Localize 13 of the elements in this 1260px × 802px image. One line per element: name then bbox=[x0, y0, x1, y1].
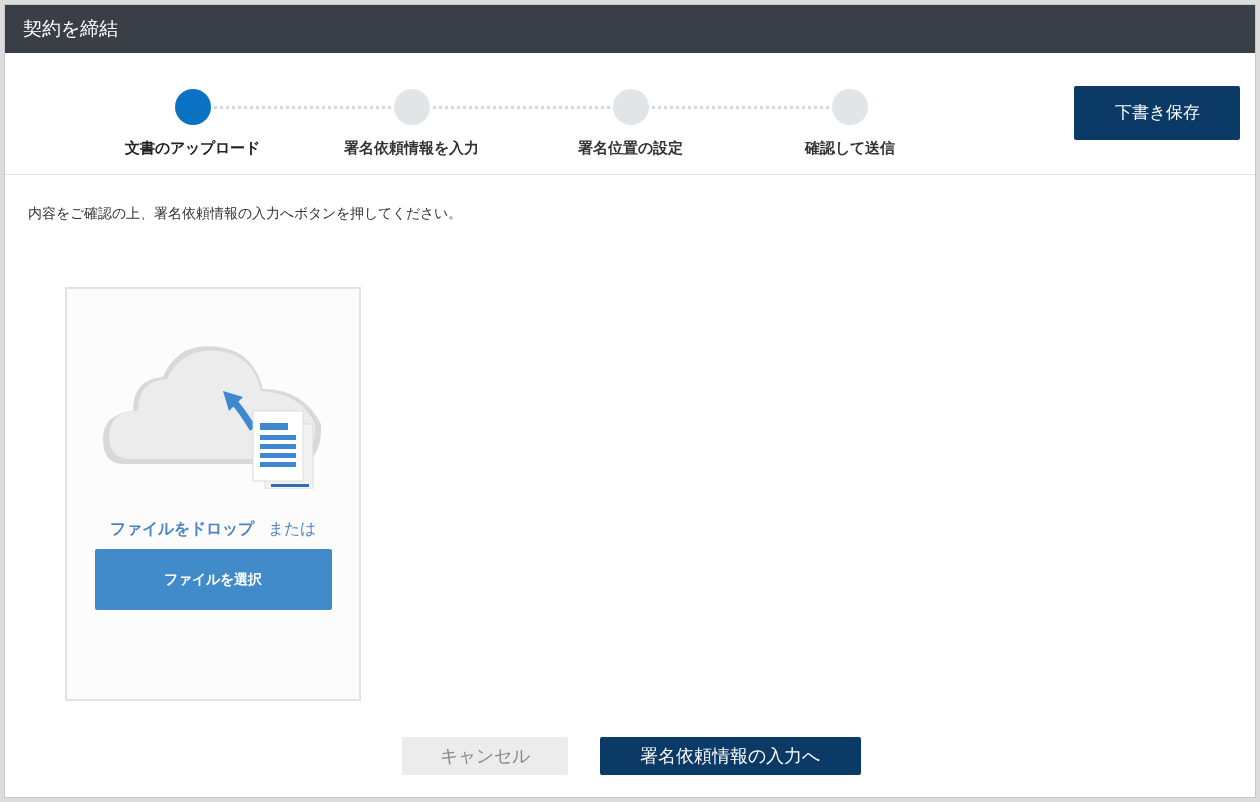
step-label: 確認して送信 bbox=[804, 138, 895, 158]
select-file-button[interactable]: ファイルを選択 bbox=[94, 549, 332, 610]
cancel-button[interactable]: キャンセル bbox=[401, 737, 568, 775]
save-draft-button[interactable]: 下書き保存 bbox=[1074, 86, 1240, 140]
next-button[interactable]: 署名依頼情報の入力へ bbox=[599, 737, 861, 775]
drop-file-label: ファイルをドロップ bbox=[110, 519, 254, 539]
file-drop-area[interactable]: ファイルをドロップ または ファイルを選択 bbox=[65, 287, 361, 701]
instruction-text: 内容をご確認の上、署名依頼情報の入力へボタンを押してください。 bbox=[28, 204, 463, 223]
step-label: 文書のアップロード bbox=[125, 138, 260, 158]
step-label: 署名位置の設定 bbox=[578, 138, 683, 158]
step-label: 署名依頼情報を入力 bbox=[344, 138, 479, 158]
or-label: または bbox=[268, 519, 316, 539]
window-title: 契約を締結 bbox=[23, 16, 118, 41]
